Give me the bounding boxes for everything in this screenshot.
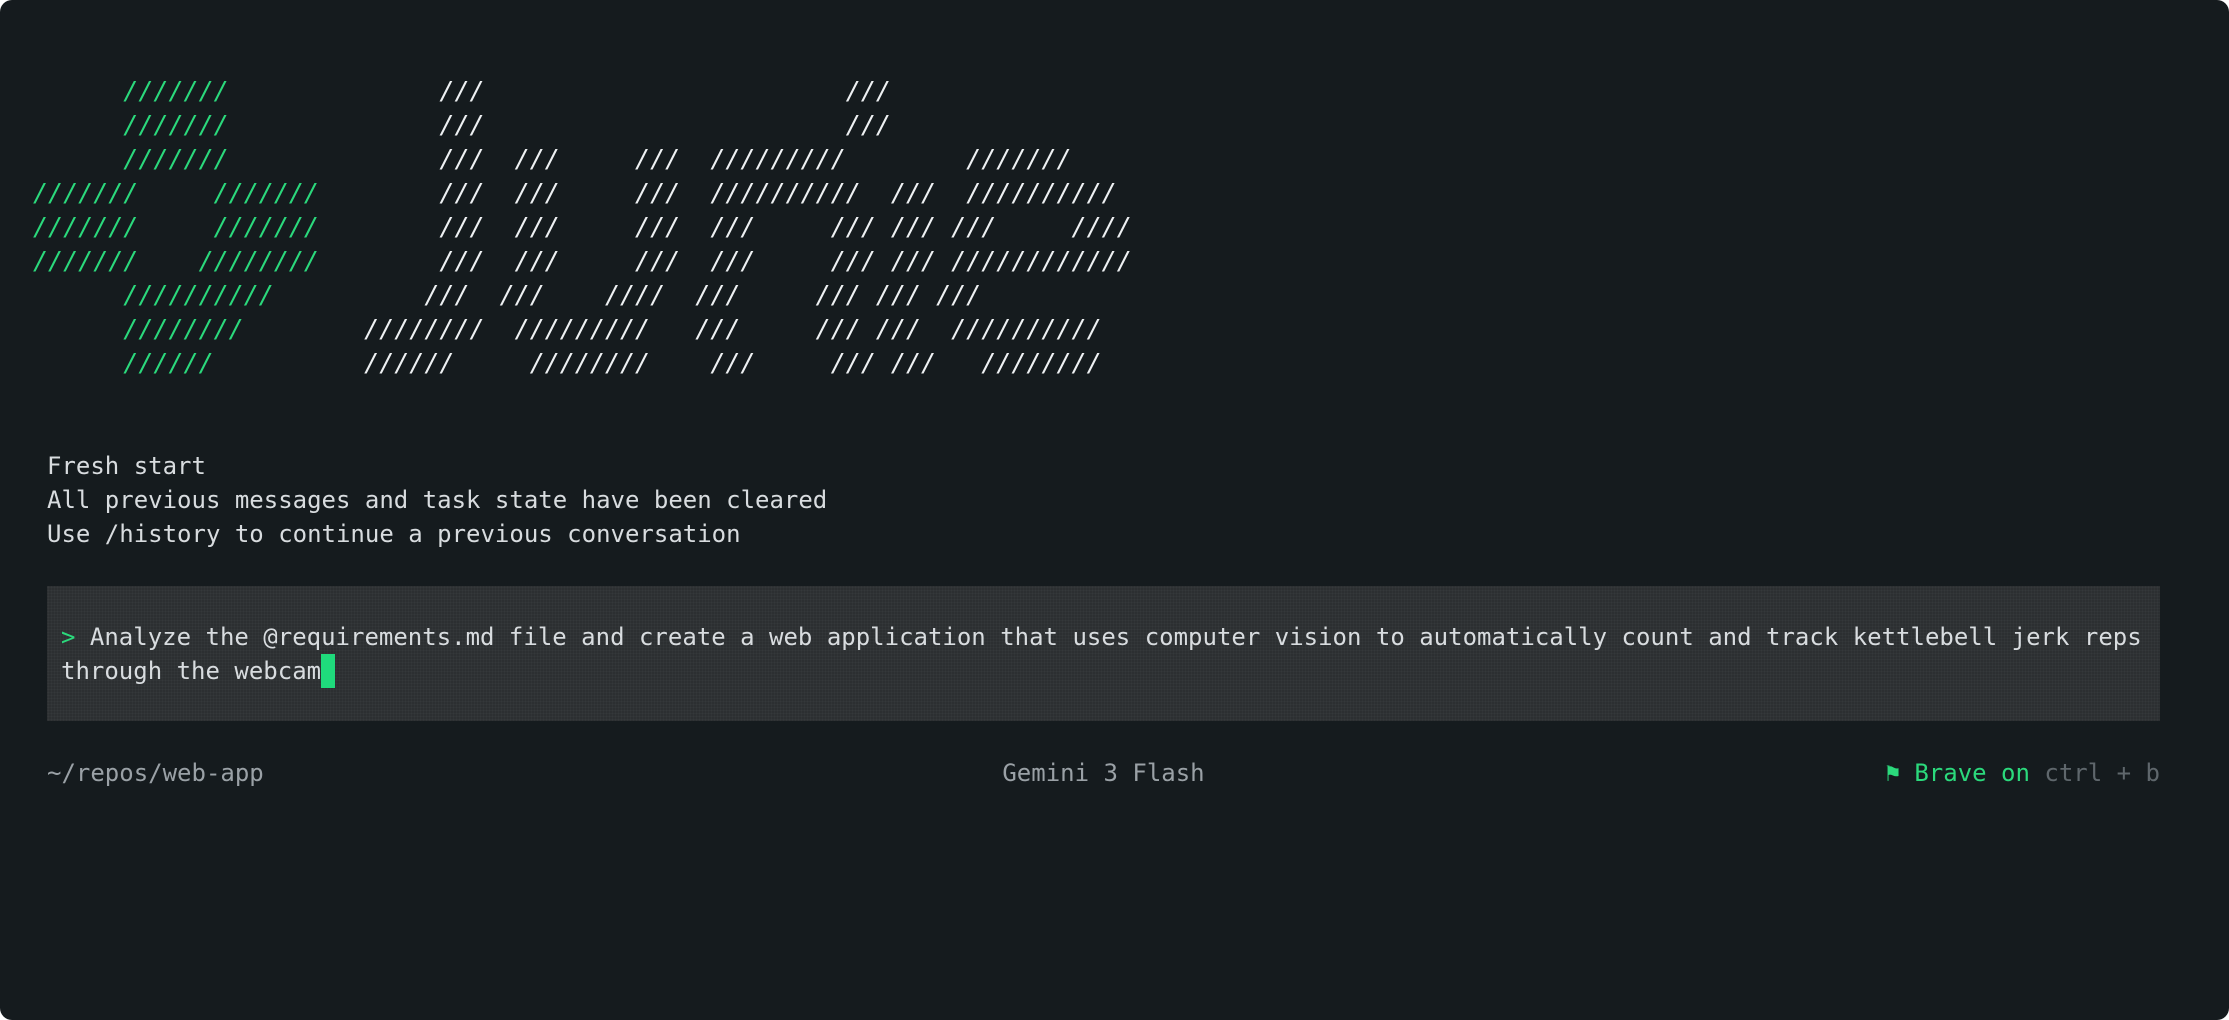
logo-line: /////// /////// /// /// /// /// /// /// … <box>33 210 1132 244</box>
status-bar: ~/repos/web-app Gemini 3 Flash ⚑ Brave o… <box>47 756 2160 790</box>
session-info: Fresh start All previous messages and ta… <box>47 449 827 551</box>
logo-line-white: /// /// //// /// /// /// /// <box>273 280 982 309</box>
logo-line-green: /////// <box>33 76 229 105</box>
terminal-window: /////// /// /// /////// /// /// /////// … <box>0 0 2229 1020</box>
logo-line: ////////// /// /// //// /// /// /// /// <box>33 278 1132 312</box>
logo-line: //////// //////// ///////// /// /// /// … <box>33 312 1132 346</box>
brave-status-label[interactable]: Brave on <box>1914 759 2030 787</box>
logo-line: /////// /// /// <box>33 74 1132 108</box>
logo-line-green: /////// <box>33 144 229 173</box>
prompt-marker: > <box>61 623 76 651</box>
logo-line-white: //////// ///////// /// /// /// /////////… <box>243 314 1102 343</box>
logo-line-white: /// /// /// ///////// /////// <box>228 144 1072 173</box>
prompt-text-area[interactable]: > Analyze the @requirements.md file and … <box>61 620 2146 688</box>
logo-line-white: ////// //////// /// /// /// //////// <box>213 348 1102 377</box>
logo-line-white: /// /// /// /// /// /// /// //// <box>318 212 1132 241</box>
logo-line-white: /// /// <box>228 110 891 139</box>
logo-line-white: /// /// <box>228 76 891 105</box>
logo-line-green: /////// /////// <box>33 178 319 207</box>
logo-line-green: ////////// <box>33 280 274 309</box>
logo-line-green: ////// <box>33 348 214 377</box>
fresh-start-title: Fresh start <box>47 452 206 480</box>
logo-line-white: /// /// /// /// /// /// //////////// <box>318 246 1132 275</box>
text-cursor <box>321 654 336 688</box>
ascii-logo: /////// /// /// /////// /// /// /////// … <box>33 74 1132 380</box>
prompt-value[interactable]: Analyze the @requirements.md file and cr… <box>61 623 2156 685</box>
brave-toggle[interactable]: ⚑ Brave on ctrl + b <box>1885 756 2160 790</box>
logo-line: /////// //////// /// /// /// /// /// ///… <box>33 244 1132 278</box>
prompt-input[interactable]: > Analyze the @requirements.md file and … <box>47 586 2160 721</box>
brave-shortcut-hint: ctrl + b <box>2044 759 2160 787</box>
logo-line-green: /////// <box>33 110 229 139</box>
model-name[interactable]: Gemini 3 Flash <box>47 756 2160 790</box>
logo-line-green: //////// <box>33 314 244 343</box>
logo-line-green: /////// /////// <box>33 212 319 241</box>
logo-line: ////// ////// //////// /// /// /// /////… <box>33 346 1132 380</box>
history-hint: Use /history to continue a previous conv… <box>47 520 741 548</box>
logo-line: /////// /// /// /// ///////// /////// <box>33 142 1132 176</box>
logo-line: /////// /// /// <box>33 108 1132 142</box>
cleared-message: All previous messages and task state hav… <box>47 486 828 514</box>
logo-line-green: /////// //////// <box>33 246 319 275</box>
logo-line-white: /// /// /// ////////// /// ////////// <box>318 178 1117 207</box>
flag-icon: ⚑ <box>1885 759 1900 787</box>
logo-line: /////// /////// /// /// /// ////////// /… <box>33 176 1132 210</box>
